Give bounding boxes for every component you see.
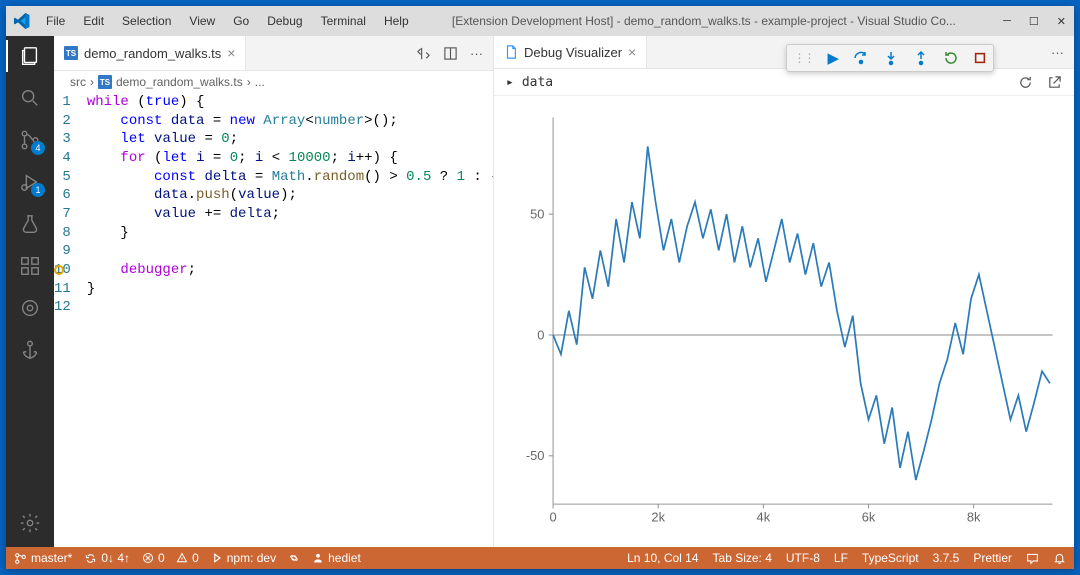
run-badge: 1 — [31, 183, 45, 197]
minimize-button[interactable]: ─ — [1003, 15, 1011, 28]
more-icon[interactable]: ··· — [470, 46, 483, 61]
status-tabsize[interactable]: Tab Size: 4 — [713, 551, 772, 565]
continue-icon[interactable]: ▶ — [827, 49, 839, 67]
menu-edit[interactable]: Edit — [75, 10, 112, 32]
chart: -50 0 50 0 2k 4k 6k 8k — [494, 96, 1074, 547]
status-version[interactable]: 3.7.5 — [933, 551, 960, 565]
search-icon[interactable] — [18, 86, 42, 110]
menu-terminal[interactable]: Terminal — [313, 10, 374, 32]
breadcrumb-file: demo_random_walks.ts — [116, 75, 243, 89]
svg-text:0: 0 — [537, 327, 544, 342]
test-icon[interactable] — [18, 212, 42, 236]
editor-group-right: Debug Visualizer × ··· ▸ data — [494, 36, 1074, 547]
typescript-icon: TS — [64, 46, 78, 60]
svg-text:-50: -50 — [526, 448, 545, 463]
file-icon — [504, 45, 518, 59]
typescript-icon: TS — [98, 75, 112, 89]
step-out-icon[interactable] — [913, 50, 929, 66]
tab-close-icon[interactable]: × — [628, 44, 636, 60]
editor-group-left: TS demo_random_walks.ts × ··· src › TS — [54, 36, 494, 547]
svg-text:0: 0 — [549, 509, 556, 524]
tabs-left: TS demo_random_walks.ts × ··· — [54, 36, 493, 71]
close-button[interactable]: ✕ — [1057, 15, 1066, 28]
tab-file[interactable]: TS demo_random_walks.ts × — [54, 36, 246, 70]
status-task[interactable]: npm: dev — [211, 551, 276, 565]
menu-file[interactable]: File — [38, 10, 73, 32]
vscode-logo — [14, 13, 30, 29]
activitybar: 4 1 — [6, 36, 54, 547]
window-title: [Extension Development Host] - demo_rand… — [417, 14, 991, 28]
refresh-icon[interactable] — [1018, 75, 1033, 90]
visualizer-bar: ▸ data — [494, 69, 1074, 96]
more-icon[interactable]: ··· — [1051, 45, 1064, 60]
svg-text:50: 50 — [530, 206, 544, 221]
breadcrumb-rest: ... — [255, 75, 265, 89]
step-into-icon[interactable] — [883, 50, 899, 66]
tab-filename: demo_random_walks.ts — [84, 46, 221, 61]
status-eol[interactable]: LF — [834, 551, 848, 565]
svg-text:4k: 4k — [757, 509, 771, 524]
status-encoding[interactable]: UTF-8 — [786, 551, 820, 565]
step-over-icon[interactable] — [853, 50, 869, 66]
menubar: File Edit Selection View Go Debug Termin… — [38, 10, 417, 32]
compare-icon[interactable] — [416, 46, 431, 61]
breadcrumb-folder: src — [70, 75, 86, 89]
maximize-button[interactable]: ☐ — [1029, 15, 1039, 28]
status-bell-icon[interactable] — [1053, 552, 1066, 565]
svg-text:6k: 6k — [862, 509, 876, 524]
explorer-icon[interactable] — [18, 44, 42, 68]
scm-icon[interactable]: 4 — [18, 128, 42, 152]
status-cursor[interactable]: Ln 10, Col 14 — [627, 551, 698, 565]
breadcrumb[interactable]: src › TS demo_random_walks.ts › ... — [54, 71, 493, 93]
debug-icon[interactable]: 1 — [18, 170, 42, 194]
status-liveshare[interactable]: hediet — [312, 551, 361, 565]
menu-selection[interactable]: Selection — [114, 10, 179, 32]
menu-help[interactable]: Help — [376, 10, 417, 32]
target-icon[interactable] — [18, 296, 42, 320]
menu-view[interactable]: View — [181, 10, 223, 32]
scm-badge: 4 — [31, 141, 45, 155]
status-language[interactable]: TypeScript — [862, 551, 919, 565]
menu-go[interactable]: Go — [225, 10, 257, 32]
drag-handle-icon[interactable]: ⋮⋮ — [793, 51, 813, 65]
anchor-icon[interactable] — [18, 338, 42, 362]
status-debug-target[interactable] — [288, 552, 300, 564]
status-feedback-icon[interactable] — [1026, 552, 1039, 565]
titlebar: File Edit Selection View Go Debug Termin… — [6, 6, 1074, 36]
split-icon[interactable] — [443, 46, 458, 61]
status-problems[interactable]: 0 0 — [142, 551, 199, 565]
tab-visualizer-label: Debug Visualizer — [524, 45, 622, 60]
status-sync[interactable]: 0↓ 4↑ — [84, 551, 130, 565]
chevron-right-icon[interactable]: ▸ — [506, 75, 514, 90]
tab-close-icon[interactable]: × — [227, 45, 235, 61]
svg-text:8k: 8k — [967, 509, 981, 524]
extensions-icon[interactable] — [18, 254, 42, 278]
popout-icon[interactable] — [1047, 75, 1062, 90]
status-branch[interactable]: master* — [14, 551, 72, 565]
stop-icon[interactable] — [973, 51, 987, 65]
status-prettier[interactable]: Prettier — [973, 551, 1012, 565]
svg-text:2k: 2k — [651, 509, 665, 524]
menu-debug[interactable]: Debug — [259, 10, 310, 32]
statusbar: master* 0↓ 4↑ 0 0 npm: dev hediet Ln 10,… — [6, 547, 1074, 569]
breakpoint-icon[interactable] — [54, 265, 64, 275]
tab-visualizer[interactable]: Debug Visualizer × — [494, 36, 647, 68]
visualizer-expression[interactable]: data — [522, 75, 1010, 90]
code-editor[interactable]: 123456789101112 while (true) { const dat… — [54, 93, 493, 547]
restart-icon[interactable] — [943, 50, 959, 66]
settings-icon[interactable] — [18, 511, 42, 535]
debug-toolbar[interactable]: ⋮⋮ ▶ — [786, 44, 994, 72]
